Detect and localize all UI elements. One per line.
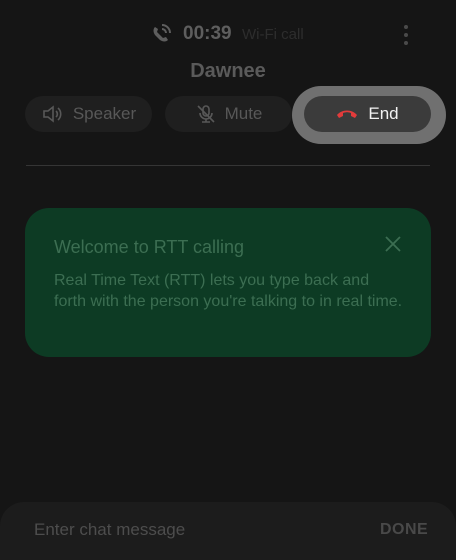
rtt-call-screen: 00:39 Wi-Fi call Dawnee Speaker Mute End…: [0, 0, 456, 560]
end-call-button[interactable]: End: [304, 96, 431, 132]
wifi-calling-icon: [150, 23, 172, 45]
chat-message-input[interactable]: [34, 518, 334, 542]
divider: [26, 165, 430, 166]
more-options-icon[interactable]: [396, 22, 416, 48]
mic-off-icon: [197, 105, 215, 123]
caller-name: Dawnee: [190, 60, 266, 82]
call-status-row: 00:39 Wi-Fi call: [0, 20, 456, 48]
rtt-card-body: Real Time Text (RTT) lets you type back …: [54, 272, 403, 310]
speaker-icon: [43, 105, 62, 123]
call-type-label: Wi-Fi call: [242, 26, 304, 43]
speaker-button[interactable]: Speaker: [25, 96, 152, 132]
rtt-welcome-card: Welcome to RTT calling Real Time Text (R…: [25, 208, 431, 357]
end-label: End: [368, 104, 399, 123]
close-icon[interactable]: [383, 234, 403, 254]
chat-input-bar: DONE: [0, 502, 456, 560]
call-timer: 00:39: [183, 23, 232, 44]
mute-label: Mute: [224, 104, 263, 123]
speaker-label: Speaker: [72, 104, 137, 123]
rtt-card-title: Welcome to RTT calling: [54, 237, 245, 257]
done-button[interactable]: DONE: [380, 519, 428, 541]
mute-button[interactable]: Mute: [165, 96, 292, 132]
end-call-icon: [337, 110, 358, 118]
